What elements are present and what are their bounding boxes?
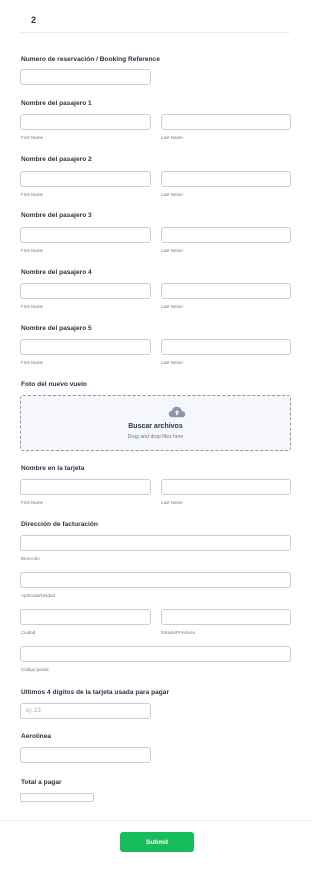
passenger-4-first-name-sublabel: First Name [21,304,44,309]
passenger-2-last-name-input[interactable] [161,171,291,187]
passenger-3-first-name-input[interactable] [20,227,151,243]
top-divider [20,32,290,33]
passenger-5-last-name-sublabel: Last Name [161,360,183,365]
airline-input[interactable] [20,747,151,763]
passenger-2-label: Nombre del pasajero 2 [21,156,92,163]
page-number: 2 [31,15,37,25]
state-sublabel: Estado/Provincia [161,630,195,635]
card-first-name-sublabel: First Name [21,500,44,505]
card-first-name-input[interactable] [20,479,151,495]
browse-files-title: Buscar archivos [128,423,183,430]
passenger-5-first-name-sublabel: First Name [21,360,44,365]
passenger-4-last-name-sublabel: Last Name [161,304,183,309]
last-digits-input[interactable]: ej: 23 [20,703,151,719]
address-sublabel: Dirección [21,556,40,561]
postal-code-sublabel: Código postal [21,667,49,672]
booking-reference-label: Numero de reservación / Booking Referenc… [21,56,160,63]
airline-label: Aerolinea [21,733,52,740]
postal-code-input[interactable] [20,646,291,662]
state-input[interactable] [161,609,291,625]
card-last-name-sublabel: Last Name [161,500,183,505]
last-digits-label: Ultimos 4 digitos de la tarjeta usada pa… [21,689,170,696]
apt-sublabel: Apt/Casa/Unidad [21,593,56,598]
passenger-2-first-name-sublabel: First Name [21,192,44,197]
passenger-2-last-name-sublabel: Last Name [161,192,183,197]
last-digits-placeholder: ej: 23 [26,708,41,714]
drag-drop-hint: Drag and drop files here [127,434,184,440]
cloud-upload-icon [168,406,186,418]
city-sublabel: Ciudad [21,630,36,635]
flight-photo-label: Foto del nuevo vuelo [21,381,87,388]
apt-input[interactable] [20,572,291,588]
passenger-3-first-name-sublabel: First Name [21,248,44,253]
passenger-5-first-name-input[interactable] [20,339,151,355]
card-name-label: Nombre en la tarjeta [21,465,85,472]
passenger-3-last-name-sublabel: Last Name [161,248,183,253]
passenger-3-last-name-input[interactable] [161,227,291,243]
passenger-3-label: Nombre del pasajero 3 [21,212,92,219]
file-upload-dropzone[interactable]: Buscar archivos Drag and drop files here [20,395,291,451]
card-last-name-input[interactable] [161,479,291,495]
total-label: Total a pagar [21,779,62,786]
passenger-1-label: Nombre del pasajero 1 [21,100,92,107]
passenger-4-label: Nombre del pasajero 4 [21,269,92,276]
passenger-1-first-name-sublabel: First Name [21,135,44,140]
booking-reference-input[interactable] [20,69,151,85]
passenger-1-last-name-sublabel: Last Name [161,135,183,140]
bottom-divider [0,820,310,821]
passenger-5-last-name-input[interactable] [161,339,291,355]
total-input[interactable] [20,793,94,802]
passenger-1-last-name-input[interactable] [161,114,291,130]
passenger-4-last-name-input[interactable] [161,283,291,299]
passenger-5-label: Nombre del pasajero 5 [21,325,92,332]
city-input[interactable] [20,609,151,625]
passenger-2-first-name-input[interactable] [20,171,151,187]
billing-address-label: Dirección de facturación [21,521,98,528]
submit-button[interactable]: Submit [120,832,194,852]
passenger-1-first-name-input[interactable] [20,114,151,130]
address-input[interactable] [20,535,291,551]
passenger-4-first-name-input[interactable] [20,283,151,299]
